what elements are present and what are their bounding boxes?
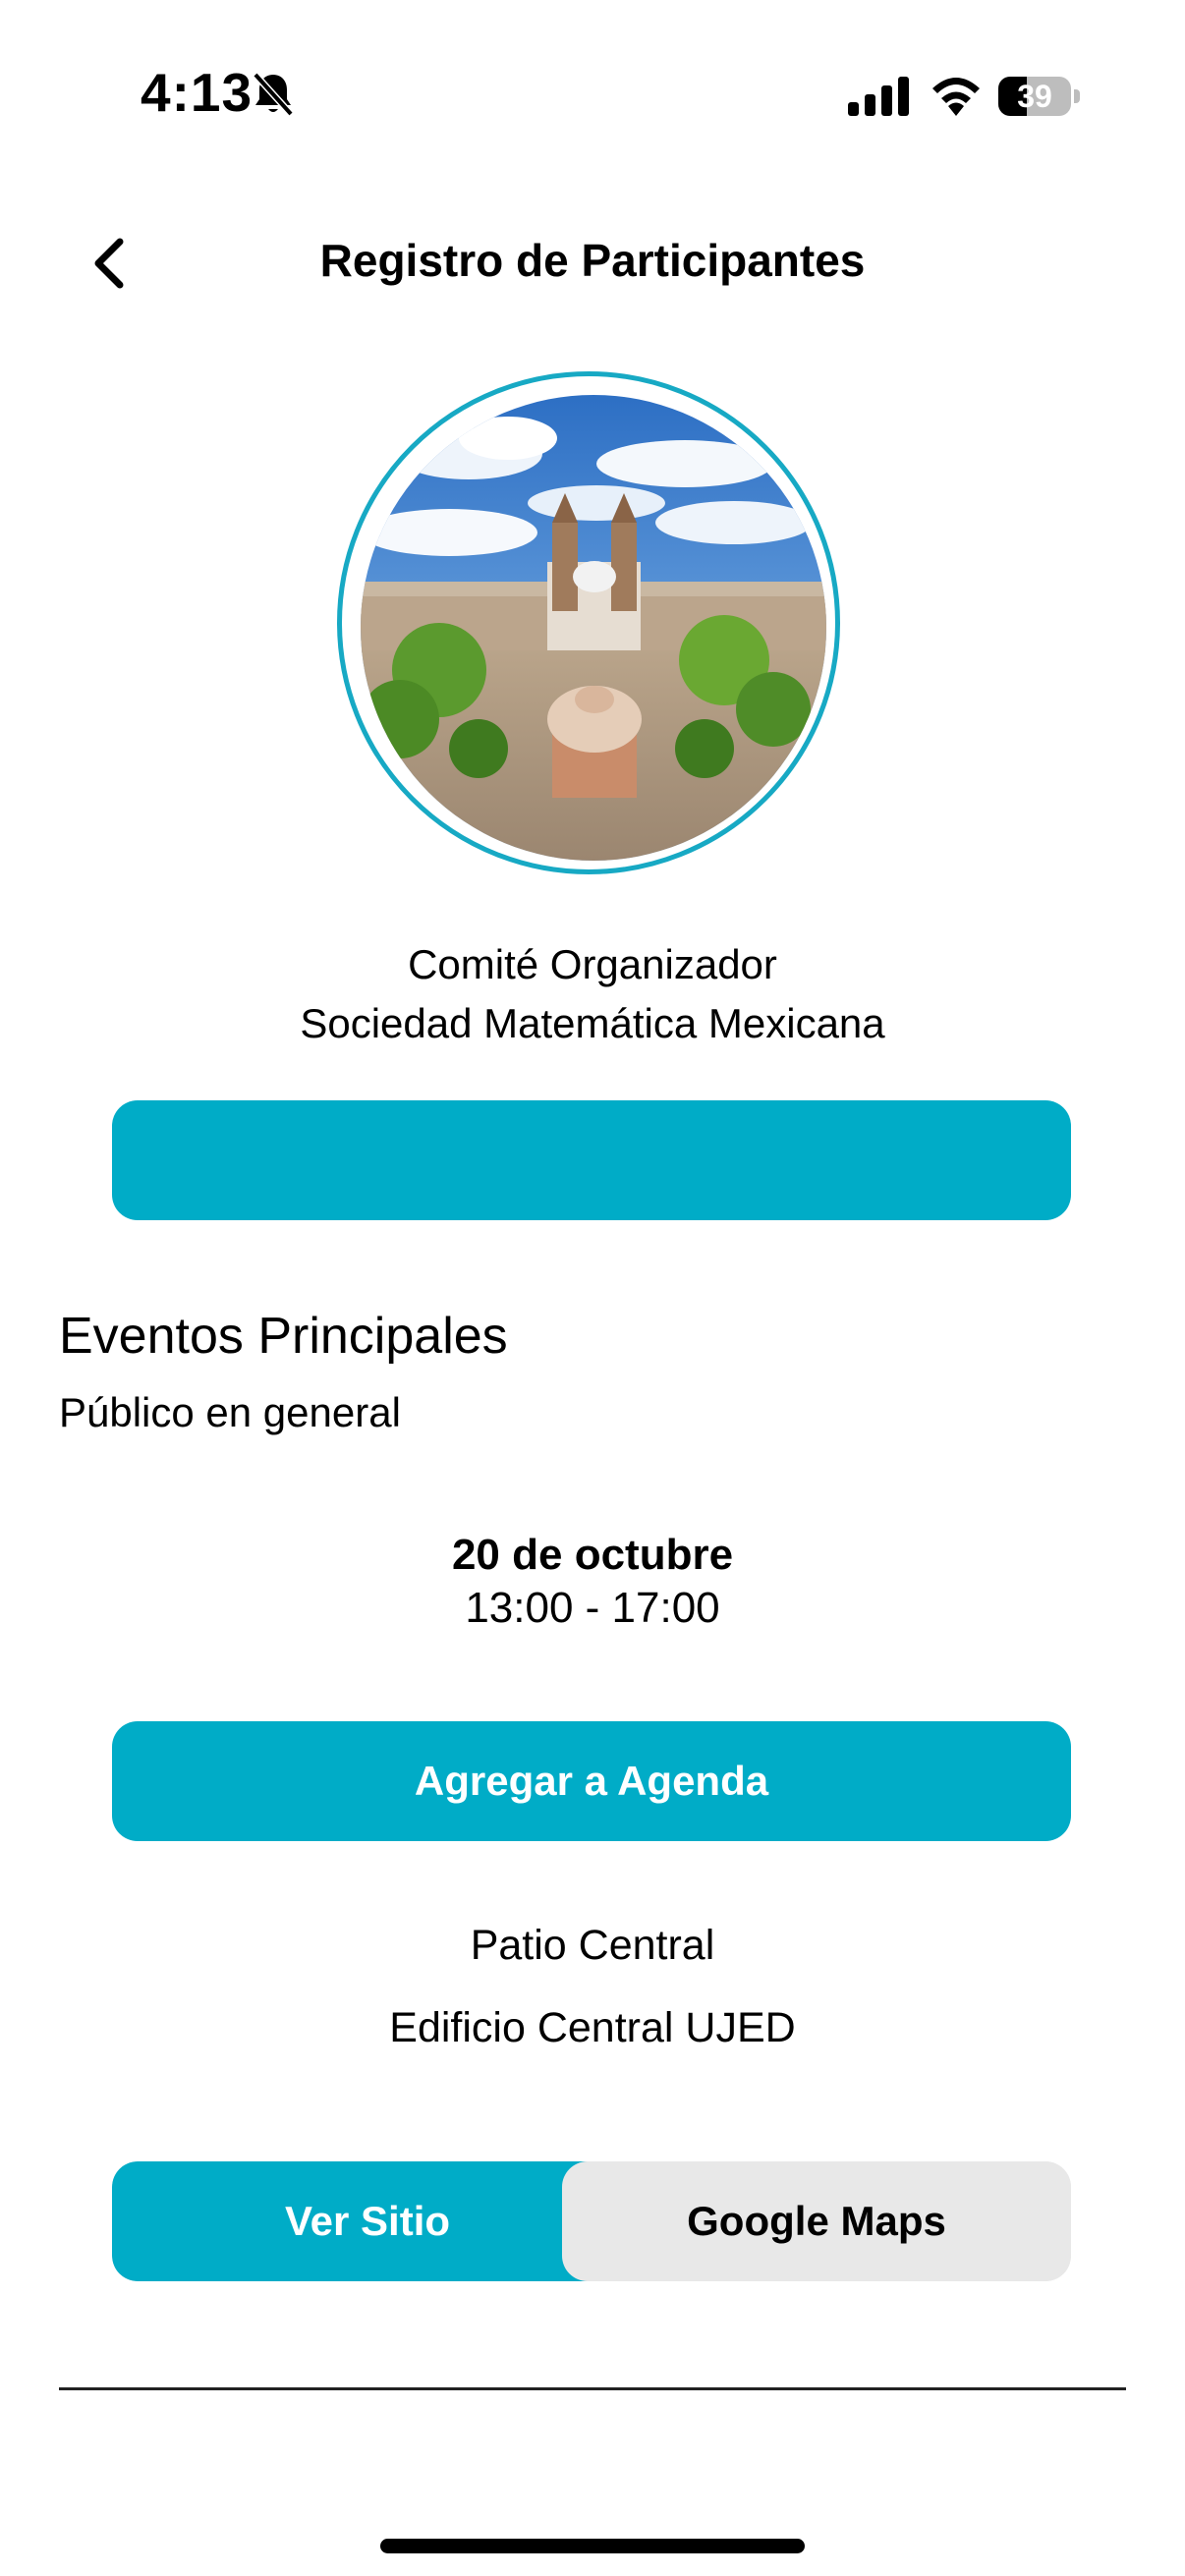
primary-action-button[interactable] [112, 1100, 1071, 1220]
event-hours: 13:00 - 17:00 [465, 1584, 720, 1632]
divider [59, 2387, 1126, 2390]
location-building: Edificio Central UJED [389, 2004, 796, 2051]
google-maps-button[interactable]: Google Maps [562, 2161, 1071, 2281]
battery-percent: 39 [1017, 79, 1052, 114]
home-indicator [380, 2539, 805, 2553]
event-date: 20 de octubre [451, 1531, 734, 1579]
location-place: Patio Central [470, 1922, 715, 1969]
view-site-button[interactable]: Ver Sitio [112, 2161, 623, 2281]
wifi-icon [932, 78, 980, 116]
organizer-line-2: Sociedad Matemática Mexicana [300, 1000, 885, 1046]
section-title: Eventos Principales [59, 1308, 508, 1365]
status-time: 4:13 [141, 62, 254, 123]
organizer-line-1: Comité Organizador [408, 941, 777, 987]
avatar-photo [361, 395, 826, 861]
add-to-agenda-button[interactable]: Agregar a Agenda [112, 1721, 1071, 1841]
section-subtitle: Público en general [59, 1389, 401, 1435]
page-title: Registro de Participantes [319, 235, 866, 286]
cellular-signal-icon [848, 77, 909, 116]
battery-icon: 39 [998, 77, 1081, 118]
bell-slash-icon [253, 72, 294, 117]
location-actions: Ver Sitio Google Maps [112, 2161, 1071, 2281]
